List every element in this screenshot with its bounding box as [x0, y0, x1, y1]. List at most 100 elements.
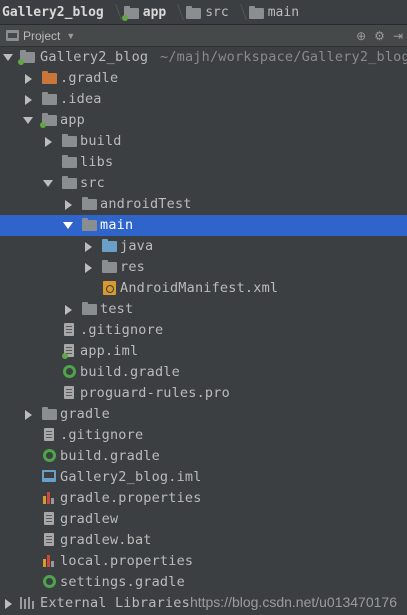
tree-item-label: res — [120, 259, 145, 275]
tree-item-gradlew-bat[interactable]: gradlew.bat — [0, 530, 407, 551]
tree-item-label: test — [100, 301, 134, 317]
expand-arrow-icon[interactable] — [2, 47, 14, 68]
properties-icon — [42, 491, 58, 506]
expand-arrow-icon[interactable] — [42, 173, 54, 194]
tree-item-root-iml[interactable]: Gallery2_blog.iml — [0, 467, 407, 488]
breadcrumb-item-app[interactable]: app — [118, 0, 166, 24]
folder-icon — [62, 176, 78, 191]
expand-arrow-icon[interactable] — [22, 110, 34, 131]
tree-item-label: .gitignore — [60, 427, 144, 443]
collapse-arrow-icon[interactable] — [22, 404, 34, 425]
folder-icon — [186, 5, 202, 19]
project-icon — [6, 30, 19, 41]
tree-item-label: settings.gradle — [60, 574, 185, 590]
collapse-arrow-icon[interactable] — [82, 236, 94, 257]
tree-item-gradle-properties[interactable]: gradle.properties — [0, 488, 407, 509]
project-view-selector[interactable]: Project — [23, 29, 60, 43]
text-file-icon — [42, 428, 58, 443]
sync-icon[interactable]: ⊕ — [356, 29, 366, 43]
tree-item-project-root[interactable]: Gallery2_blog ~/majh/workspace/Gallery2_… — [0, 47, 407, 68]
tree-item-manifest[interactable]: AndroidManifest.xml — [0, 278, 407, 299]
tree-item-label: main — [100, 217, 134, 233]
tree-item-label: Gallery2_blog.iml — [60, 469, 202, 485]
tree-item-label: gradle.properties — [60, 490, 202, 506]
breadcrumb-item-src[interactable]: src — [180, 0, 229, 24]
tree-item-app-build-gradle[interactable]: build.gradle — [0, 362, 407, 383]
folder-icon — [82, 302, 98, 317]
tree-item-label: External Libraries — [40, 595, 190, 611]
folder-icon — [82, 197, 98, 212]
module-folder-icon — [18, 50, 36, 65]
project-path: ~/majh/workspace/Gallery2_blog — [160, 49, 407, 65]
tree-item-proguard[interactable]: proguard-rules.pro — [0, 383, 407, 404]
folder-icon — [62, 134, 78, 149]
folder-icon — [82, 218, 98, 233]
collapse-arrow-icon[interactable] — [42, 131, 54, 152]
gradle-icon — [42, 575, 58, 590]
collapse-arrow-icon[interactable] — [2, 593, 14, 614]
tree-item-label: build.gradle — [80, 364, 180, 380]
tree-item-label: build.gradle — [60, 448, 160, 464]
properties-icon — [42, 554, 58, 569]
folder-icon — [62, 155, 78, 170]
breadcrumb-separator — [108, 0, 118, 24]
tree-item-java[interactable]: java — [0, 236, 407, 257]
breadcrumb-item-main[interactable]: main — [243, 0, 299, 24]
project-tree: Gallery2_blog ~/majh/workspace/Gallery2_… — [0, 47, 407, 614]
tree-item-settings-gradle[interactable]: settings.gradle — [0, 572, 407, 593]
breadcrumb-label: main — [267, 4, 300, 20]
tree-item-gradle-folder[interactable]: gradle — [0, 404, 407, 425]
tree-item-label: src — [80, 175, 105, 191]
collapse-arrow-icon[interactable] — [62, 299, 74, 320]
tree-item-label: local.properties — [60, 553, 194, 569]
tree-item-idea[interactable]: .idea — [0, 89, 407, 110]
tree-item-gradle-cache[interactable]: .gradle — [0, 68, 407, 89]
tree-item-res[interactable]: res — [0, 257, 407, 278]
collapse-arrow-icon[interactable] — [82, 257, 94, 278]
tree-item-label: AndroidManifest.xml — [120, 280, 279, 296]
tree-item-label: gradlew — [60, 511, 119, 527]
collapse-arrow-icon[interactable] — [22, 89, 34, 110]
tree-item-root-gitignore[interactable]: .gitignore — [0, 425, 407, 446]
tree-item-label: gradlew.bat — [60, 532, 152, 548]
breadcrumb-separator — [170, 0, 180, 24]
tree-item-label: androidTest — [100, 196, 192, 212]
chevron-down-icon[interactable]: ▼ — [66, 31, 75, 41]
breadcrumb-item-project[interactable]: Gallery2_blog — [0, 0, 104, 24]
tree-item-app[interactable]: app — [0, 110, 407, 131]
tree-item-gradlew[interactable]: gradlew — [0, 509, 407, 530]
tree-item-root-build-gradle[interactable]: build.gradle — [0, 446, 407, 467]
gradle-icon — [62, 365, 78, 380]
tree-item-app-gitignore[interactable]: .gitignore — [0, 320, 407, 341]
resource-folder-icon — [102, 260, 118, 275]
android-manifest-icon — [102, 281, 118, 296]
tree-item-main[interactable]: main — [0, 215, 407, 236]
expand-arrow-icon[interactable] — [62, 215, 74, 236]
tree-item-label: gradle — [60, 406, 110, 422]
tree-item-label: proguard-rules.pro — [80, 385, 230, 401]
tree-item-label: libs — [80, 154, 114, 170]
hide-icon[interactable]: ⇥ — [393, 29, 403, 43]
tree-item-libs[interactable]: libs — [0, 152, 407, 173]
collapse-arrow-icon[interactable] — [62, 194, 74, 215]
tree-item-test[interactable]: test — [0, 299, 407, 320]
settings-icon[interactable]: ⚙ — [374, 29, 385, 43]
breadcrumb-label: src — [205, 4, 229, 20]
tree-item-label: app.iml — [80, 343, 139, 359]
breadcrumb-separator — [233, 0, 243, 24]
module-file-icon — [62, 344, 78, 359]
text-file-icon — [62, 386, 78, 401]
collapse-arrow-icon[interactable] — [22, 68, 34, 89]
tree-item-label: Gallery2_blog — [40, 49, 149, 65]
tree-item-local-properties[interactable]: local.properties — [0, 551, 407, 572]
tree-item-src[interactable]: src — [0, 173, 407, 194]
gradle-icon — [42, 449, 58, 464]
tree-item-label: .idea — [60, 91, 102, 107]
tree-item-app-iml[interactable]: app.iml — [0, 341, 407, 362]
tree-item-android-test[interactable]: androidTest — [0, 194, 407, 215]
module-file-icon — [42, 470, 58, 485]
text-file-icon — [42, 512, 58, 527]
tree-item-build[interactable]: build — [0, 131, 407, 152]
tree-item-external-libraries[interactable]: External Libraries — [0, 593, 407, 614]
navigation-bar: Gallery2_blog app src main — [0, 0, 407, 25]
